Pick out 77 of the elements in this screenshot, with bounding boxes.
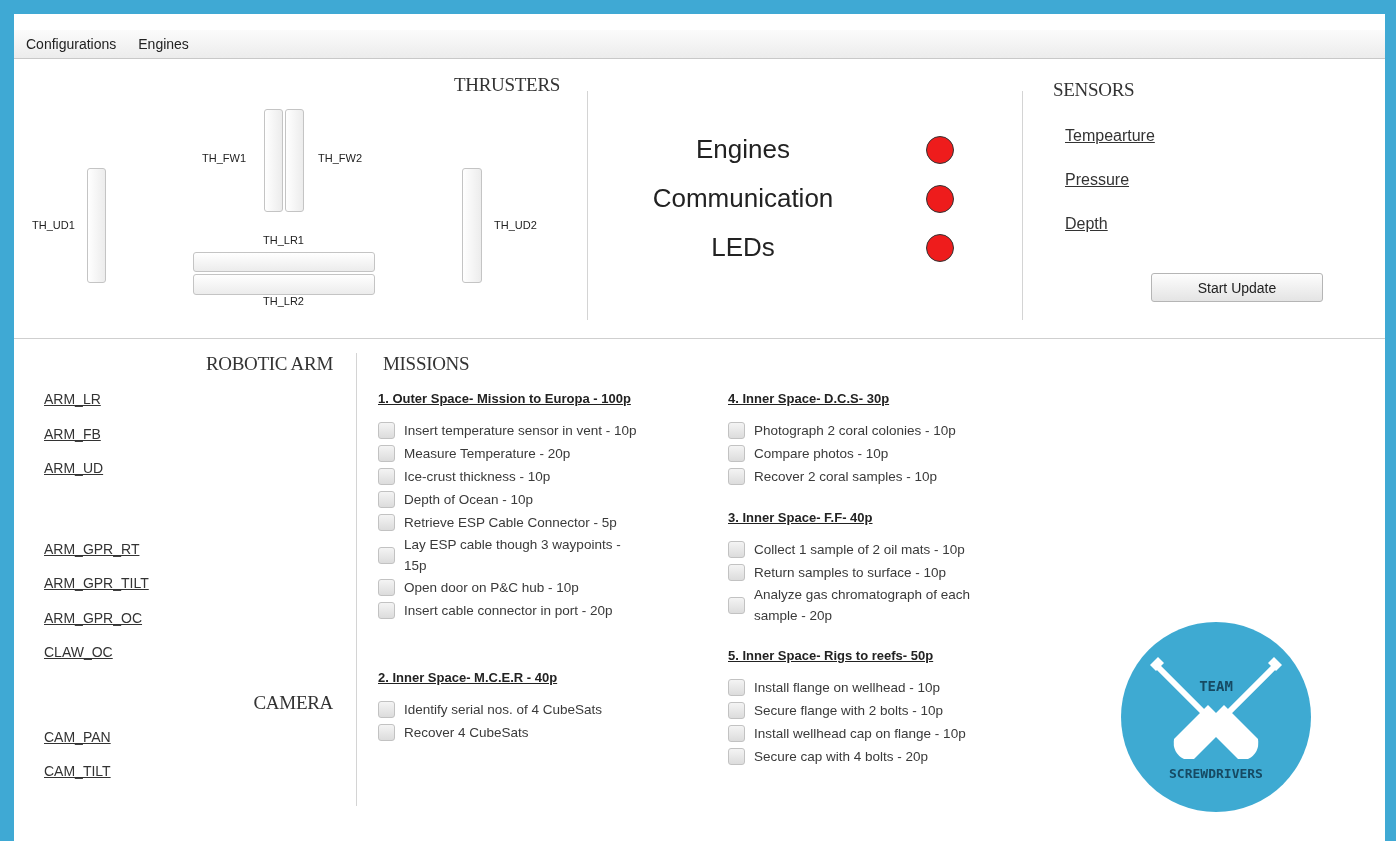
- task-checkbox[interactable]: [728, 422, 745, 439]
- thruster-label: TH_UD1: [32, 219, 75, 231]
- section-title: THRUSTERS: [454, 74, 561, 96]
- task-label: Insert cable connector in port - 20p: [404, 602, 613, 620]
- section-title: CAMERA: [253, 691, 334, 714]
- sensor-link[interactable]: Tempearture: [1065, 127, 1155, 145]
- status-label: Engines: [695, 134, 791, 165]
- task-checkbox[interactable]: [728, 468, 745, 485]
- task-label: Ice-crust thickness - 10p: [404, 468, 551, 486]
- task-checkbox[interactable]: [728, 725, 745, 742]
- task-label: Install flange on wellhead - 10p: [754, 679, 941, 697]
- task-checkbox[interactable]: [728, 445, 745, 462]
- task-label: Analyze gas chromatograph of each sample - 20p: [754, 586, 972, 625]
- task-checkbox[interactable]: [728, 541, 745, 558]
- task-checkbox[interactable]: [378, 468, 395, 485]
- task-checkbox[interactable]: [378, 422, 395, 439]
- status-label: LEDs: [710, 232, 776, 263]
- mission-title: 5. Inner Space- Rigs to reefs- 50p: [728, 648, 934, 663]
- task-label: Photograph 2 coral colonies - 10p: [754, 422, 956, 440]
- task-label: Measure Temperature - 20p: [404, 445, 571, 463]
- thruster-label: TH_LR2: [263, 295, 304, 307]
- mission-title: 4. Inner Space- D.C.S- 30p: [728, 391, 890, 406]
- thruster-label: TH_LR1: [263, 234, 304, 246]
- thruster-label: TH_FW2: [318, 152, 362, 164]
- arm-control-link[interactable]: ARM_FB: [44, 416, 101, 451]
- arm-control-link[interactable]: ARM_GPR_TILT: [44, 566, 149, 601]
- task-label: Insert temperature sensor in vent - 10p: [404, 422, 637, 440]
- task-checkbox[interactable]: [378, 724, 395, 741]
- task-checkbox[interactable]: [378, 445, 395, 462]
- mission-title: 3. Inner Space- F.F- 40p: [728, 510, 873, 525]
- sensor-link[interactable]: Depth: [1065, 215, 1108, 233]
- section-title: MISSIONS: [383, 353, 471, 375]
- section-title: SENSORS: [1053, 79, 1136, 101]
- arm-control-link[interactable]: ARM_LR: [44, 382, 101, 417]
- task-label: Compare photos - 10p: [754, 445, 889, 463]
- task-label: Install wellhead cap on flange - 10p: [754, 725, 966, 743]
- task-label: Return samples to surface - 10p: [754, 564, 947, 582]
- task-checkbox[interactable]: [378, 491, 395, 508]
- task-checkbox[interactable]: [378, 701, 395, 718]
- task-label: Recover 4 CubeSats: [404, 724, 529, 742]
- mission-title: 2. Inner Space- M.C.E.R - 40p: [378, 670, 558, 685]
- status-label: Communication: [651, 183, 835, 214]
- task-label: Open door on P&C hub - 10p: [404, 579, 579, 597]
- task-checkbox[interactable]: [728, 748, 745, 765]
- logo-text: TEAM: [1199, 678, 1233, 694]
- task-checkbox[interactable]: [378, 546, 395, 564]
- arm-control-link[interactable]: ARM_UD: [44, 451, 104, 486]
- task-checkbox[interactable]: [378, 579, 395, 596]
- mission-title: 1. Outer Space- Mission to Europa - 100p: [378, 391, 631, 406]
- task-checkbox[interactable]: [728, 596, 745, 614]
- arm-control-link[interactable]: ARM_GPR_RT: [44, 531, 140, 566]
- task-checkbox[interactable]: [378, 514, 395, 531]
- task-checkbox[interactable]: [728, 564, 745, 581]
- start-update-button[interactable]: Start Update: [1151, 273, 1323, 302]
- task-label: Identify serial nos. of 4 CubeSats: [404, 701, 603, 719]
- arm-control-link[interactable]: CLAW_OC: [44, 635, 113, 670]
- task-label: Depth of Ocean - 10p: [404, 491, 534, 509]
- menu-item[interactable]: Engines: [130, 34, 197, 54]
- thruster-label: TH_UD2: [494, 219, 537, 231]
- task-checkbox[interactable]: [728, 679, 745, 696]
- task-label: Secure cap with 4 bolts - 20p: [754, 748, 929, 766]
- crossed-screwdrivers-icon: [1150, 657, 1282, 759]
- camera-control-link[interactable]: CAM_PAN: [44, 719, 111, 754]
- task-checkbox[interactable]: [728, 702, 745, 719]
- task-checkbox[interactable]: [378, 602, 395, 619]
- task-label: Recover 2 coral samples - 10p: [754, 468, 938, 486]
- section-title: ROBOTIC ARM: [205, 353, 334, 375]
- task-label: Collect 1 sample of 2 oil mats - 10p: [754, 541, 965, 559]
- logo-text: SCREWDRIVERS: [1169, 766, 1263, 781]
- task-label: Secure flange with 2 bolts - 10p: [754, 702, 944, 720]
- menu-item[interactable]: Configurations: [18, 34, 125, 54]
- arm-control-link[interactable]: ARM_GPR_OC: [44, 600, 143, 635]
- thruster-label: TH_FW1: [202, 152, 246, 164]
- task-label: Lay ESP cable though 3 waypoints - 15p: [404, 536, 622, 575]
- task-label: Retrieve ESP Cable Connector - 5p: [404, 514, 617, 532]
- sensor-link[interactable]: Pressure: [1065, 171, 1130, 189]
- camera-control-link[interactable]: CAM_TILT: [44, 754, 111, 789]
